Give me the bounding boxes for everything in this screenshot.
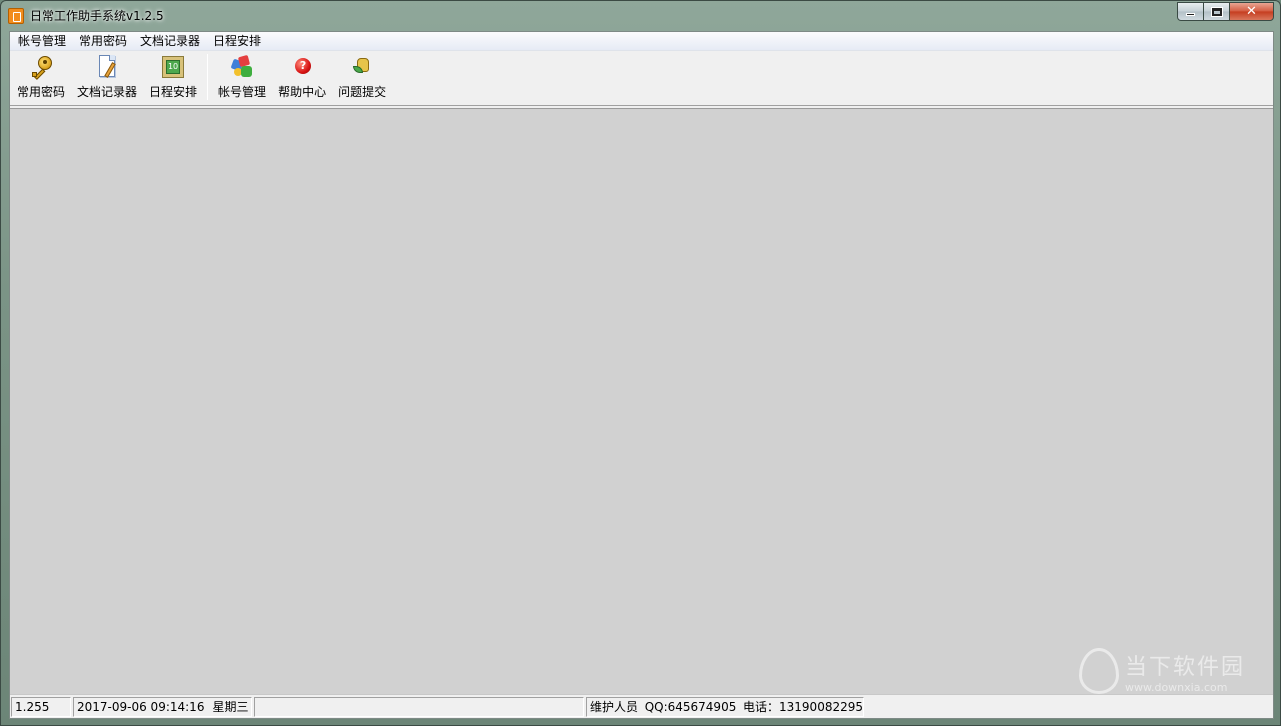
watermark-url: www.downxia.com — [1124, 680, 1228, 694]
status-bar: 1.255 2017-09-06 09:14:16 星期三 维护人员 QQ:64… — [10, 694, 1273, 718]
menu-document-recorder[interactable]: 文档记录器 — [134, 32, 207, 51]
toolbar-label: 帮助中心 — [278, 85, 327, 99]
toolbar-label: 常用密码 — [17, 85, 66, 99]
status-weekday: 星期三 — [212, 700, 249, 714]
menu-account-management[interactable]: 帐号管理 — [12, 32, 73, 51]
toolbar-help-center-button[interactable]: ? 帮助中心 — [274, 54, 330, 102]
minimize-icon — [1186, 13, 1195, 16]
toolbar-schedule-button[interactable]: 10 日程安排 — [145, 54, 201, 102]
calendar-icon: 10 — [160, 54, 186, 80]
toolbar-common-passwords-button[interactable]: 常用密码 — [13, 54, 69, 102]
status-datetime: 2017-09-06 09:14:16 — [77, 699, 205, 714]
submit-question-icon — [349, 54, 375, 80]
status-panel-empty — [254, 696, 584, 717]
watermark-logo-icon — [1078, 648, 1119, 694]
menu-common-passwords[interactable]: 常用密码 — [73, 32, 134, 51]
toolbar-label: 问题提交 — [338, 85, 387, 99]
toolbar-separator — [207, 54, 209, 100]
maximize-icon — [1211, 7, 1222, 16]
status-panel-value: 1.255 — [11, 696, 71, 717]
app-window: 日常工作助手系统v1.2.5 ✕ 帐号管理 常用密码 文档记录器 日程安排 常用… — [0, 0, 1281, 726]
status-qq: QQ:645674905 — [644, 699, 737, 714]
watermark: 当下软件园 www.downxia.com — [1078, 648, 1245, 694]
toolbar-document-recorder-button[interactable]: 文档记录器 — [73, 54, 141, 102]
accounts-icon — [229, 54, 255, 80]
status-value: 1.255 — [15, 699, 50, 714]
toolbar-label: 文档记录器 — [77, 85, 138, 99]
close-button[interactable]: ✕ — [1229, 2, 1274, 21]
close-icon: ✕ — [1246, 4, 1257, 19]
help-icon: ? — [289, 54, 315, 80]
title-bar[interactable]: 日常工作助手系统v1.2.5 ✕ — [1, 1, 1280, 31]
key-icon — [28, 54, 54, 80]
menu-bar: 帐号管理 常用密码 文档记录器 日程安排 — [10, 32, 1273, 51]
watermark-name: 当下软件园 — [1124, 654, 1245, 680]
toolbar-account-management-button[interactable]: 帐号管理 — [214, 54, 270, 102]
toolbar-label: 日程安排 — [149, 85, 198, 99]
toolbar: 常用密码 文档记录器 10 日程安排 帐号管理 ? 帮助中心 问题提交 — [10, 51, 1273, 106]
caption-buttons: ✕ — [1177, 2, 1274, 21]
maximize-button[interactable] — [1203, 2, 1230, 21]
toolbar-submit-question-button[interactable]: 问题提交 — [334, 54, 390, 102]
window-title: 日常工作助手系统v1.2.5 — [30, 9, 164, 23]
status-panel-datetime: 2017-09-06 09:14:16 星期三 — [73, 696, 252, 717]
toolbar-label: 帐号管理 — [218, 85, 267, 99]
status-maintainer: 维护人员 — [590, 700, 639, 714]
status-phone: 电话：13190082295 — [743, 700, 863, 714]
minimize-button[interactable] — [1177, 2, 1204, 21]
status-panel-contact: 维护人员 QQ:645674905 电话：13190082295 — [586, 696, 864, 717]
document-pen-icon — [94, 54, 120, 80]
mdi-workspace[interactable] — [10, 108, 1273, 694]
app-icon[interactable] — [8, 8, 24, 24]
menu-schedule[interactable]: 日程安排 — [207, 32, 268, 51]
client-area: 帐号管理 常用密码 文档记录器 日程安排 常用密码 文档记录器 10 日程安排 … — [9, 31, 1274, 719]
